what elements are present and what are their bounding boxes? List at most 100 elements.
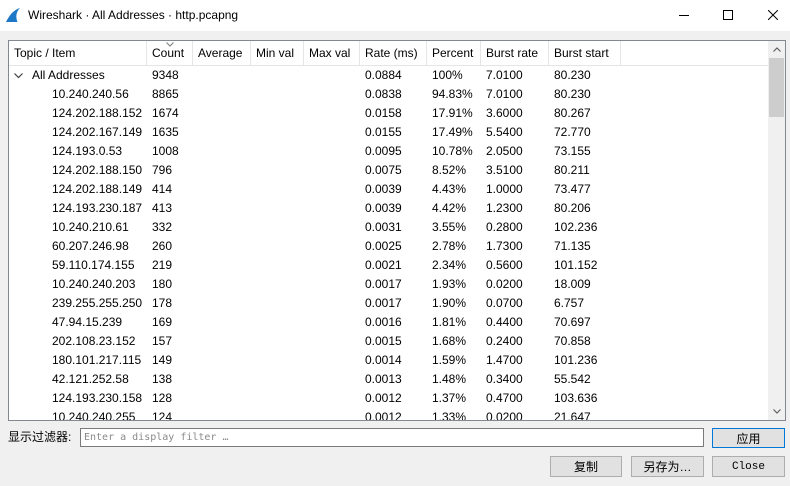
tree-row-all-addresses[interactable]: All Addresses 9348 0.0884 100% 7.0100 80.230 bbox=[9, 66, 768, 85]
column-header-min-val[interactable]: Min val bbox=[251, 41, 304, 65]
cell-topic: 124.202.188.152 bbox=[9, 104, 147, 123]
window-close-button[interactable] bbox=[756, 0, 790, 30]
table-row[interactable]: 124.202.188.150 796 0.0075 8.52% 3.5100 80.21… bbox=[9, 161, 768, 180]
save-as-button[interactable]: 另存为… bbox=[631, 456, 704, 477]
cell-rate-ms: 0.0095 bbox=[365, 144, 402, 158]
scroll-down-button[interactable] bbox=[768, 403, 785, 420]
topic-label: 10.240.240.203 bbox=[52, 277, 136, 291]
cell-max-val bbox=[304, 104, 360, 123]
cell-burst-rate: 1.4700 bbox=[486, 353, 523, 367]
cell-average bbox=[193, 332, 251, 351]
table-row[interactable]: 124.193.230.158 128 0.0012 1.37% 0.4700 103.6… bbox=[9, 389, 768, 408]
cell-average bbox=[193, 180, 251, 199]
cell-topic: 10.240.240.255 bbox=[9, 408, 147, 420]
column-header-percent[interactable]: Percent bbox=[427, 41, 481, 65]
cell-max-val bbox=[304, 275, 360, 294]
cell-burst-rate: 0.0700 bbox=[486, 296, 523, 310]
cell-topic: 42.121.252.58 bbox=[9, 370, 147, 389]
chevron-down-icon bbox=[772, 409, 781, 414]
header-filler bbox=[621, 41, 768, 65]
column-header-burst-rate[interactable]: Burst rate bbox=[481, 41, 549, 65]
table-row[interactable]: 10.240.240.203 180 0.0017 1.93% 0.0200 18.009 bbox=[9, 275, 768, 294]
cell-rate-ms: 0.0013 bbox=[365, 372, 402, 386]
table-row[interactable]: 47.94.15.239 169 0.0016 1.81% 0.4400 70.697 bbox=[9, 313, 768, 332]
cell-topic: 10.240.240.56 bbox=[9, 85, 147, 104]
cell-burst-start: 101.236 bbox=[554, 353, 598, 367]
cell-percent: 1.48% bbox=[432, 372, 467, 386]
table-row[interactable]: 124.202.188.152 1674 0.0158 17.91% 3.6000 80.… bbox=[9, 104, 768, 123]
cell-burst-start: 70.858 bbox=[554, 334, 591, 348]
column-header-topic[interactable]: Topic / Item bbox=[9, 41, 147, 65]
cell-percent: 4.42% bbox=[432, 201, 467, 215]
cell-min-val bbox=[251, 294, 304, 313]
table-row[interactable]: 10.240.210.61 332 0.0031 3.55% 0.2800 102.236 bbox=[9, 218, 768, 237]
column-header-max-val[interactable]: Max val bbox=[304, 41, 360, 65]
column-header-burst-start[interactable]: Burst start bbox=[549, 41, 621, 65]
cell-min-val bbox=[251, 104, 304, 123]
column-header-count[interactable]: Count bbox=[147, 41, 193, 65]
table-row[interactable]: 239.255.255.250 178 0.0017 1.90% 0.0700 6.757 bbox=[9, 294, 768, 313]
cell-percent: 1.37% bbox=[432, 391, 467, 405]
table-row[interactable]: 180.101.217.115 149 0.0014 1.59% 1.4700 101.2… bbox=[9, 351, 768, 370]
vertical-scrollbar[interactable] bbox=[768, 41, 785, 420]
cell-rate-ms: 0.0012 bbox=[365, 410, 402, 420]
cell-rate-ms: 0.0017 bbox=[365, 296, 402, 310]
topic-label: 124.193.0.53 bbox=[52, 144, 123, 158]
table-row[interactable]: 59.110.174.155 219 0.0021 2.34% 0.5600 101.15… bbox=[9, 256, 768, 275]
apply-button[interactable]: 应用 bbox=[712, 428, 785, 448]
cell-average bbox=[193, 294, 251, 313]
minimize-button[interactable] bbox=[662, 0, 706, 30]
topic-label: 124.202.188.152 bbox=[52, 106, 143, 120]
cell-average bbox=[193, 85, 251, 104]
cell-burst-start: 80.230 bbox=[554, 87, 591, 101]
topic-label: 10.240.240.56 bbox=[52, 87, 129, 101]
table-row[interactable]: 124.193.230.187 413 0.0039 4.42% 1.2300 80.20… bbox=[9, 199, 768, 218]
cell-burst-start: 103.636 bbox=[554, 391, 598, 405]
cell-count: 1008 bbox=[152, 144, 179, 158]
cell-topic: 124.193.230.187 bbox=[9, 199, 147, 218]
cell-burst-start: 73.477 bbox=[554, 182, 591, 196]
cell-burst-rate: 1.2300 bbox=[486, 201, 523, 215]
topic-label: 239.255.255.250 bbox=[52, 296, 143, 310]
scroll-up-button[interactable] bbox=[768, 41, 785, 58]
cell-burst-rate: 0.0200 bbox=[486, 277, 523, 291]
table-row[interactable]: 10.240.240.255 124 0.0012 1.33% 0.0200 21.647 bbox=[9, 408, 768, 420]
scrollbar-thumb[interactable] bbox=[769, 58, 784, 117]
cell-burst-start: 70.697 bbox=[554, 315, 591, 329]
cell-rate-ms: 0.0016 bbox=[365, 315, 402, 329]
cell-topic: 47.94.15.239 bbox=[9, 313, 147, 332]
table-row[interactable]: 124.193.0.53 1008 0.0095 10.78% 2.0500 73.155 bbox=[9, 142, 768, 161]
table-body: All Addresses 9348 0.0884 100% 7.0100 80.230 1… bbox=[9, 66, 768, 420]
table-header: Topic / Item Count Average Min val Max v… bbox=[9, 41, 768, 66]
cell-min-val bbox=[251, 237, 304, 256]
cell-count: 128 bbox=[152, 391, 173, 405]
close-button[interactable]: Close bbox=[712, 456, 785, 477]
cell-count: 9348 bbox=[152, 68, 179, 82]
title-bar[interactable]: Wireshark · All Addresses · http.pcapng bbox=[0, 0, 790, 31]
column-header-average[interactable]: Average bbox=[193, 41, 251, 65]
chevron-down-icon[interactable] bbox=[14, 66, 32, 85]
table-row[interactable]: 124.202.188.149 414 0.0039 4.43% 1.0000 73.47… bbox=[9, 180, 768, 199]
table-row[interactable]: 124.202.167.149 1635 0.0155 17.49% 5.5400 72.… bbox=[9, 123, 768, 142]
maximize-button[interactable] bbox=[706, 0, 750, 30]
cell-percent: 2.34% bbox=[432, 258, 467, 272]
topic-label: 124.193.230.187 bbox=[52, 201, 143, 215]
cell-topic: 124.202.167.149 bbox=[9, 123, 147, 142]
column-header-rate[interactable]: Rate (ms) bbox=[360, 41, 427, 65]
cell-burst-start: 80.206 bbox=[554, 201, 591, 215]
cell-max-val bbox=[304, 199, 360, 218]
table-row[interactable]: 42.121.252.58 138 0.0013 1.48% 0.3400 55.542 bbox=[9, 370, 768, 389]
statistics-tree-table[interactable]: Topic / Item Count Average Min val Max v… bbox=[8, 40, 786, 421]
table-row[interactable]: 60.207.246.98 260 0.0025 2.78% 1.7300 71.135 bbox=[9, 237, 768, 256]
column-header-label: Rate (ms) bbox=[365, 46, 418, 60]
copy-button[interactable]: 复制 bbox=[550, 456, 622, 477]
table-row[interactable]: 202.108.23.152 157 0.0015 1.68% 0.2400 70.858 bbox=[9, 332, 768, 351]
cell-max-val bbox=[304, 237, 360, 256]
cell-count: 149 bbox=[152, 353, 173, 367]
column-header-label: Percent bbox=[432, 46, 474, 60]
table-row[interactable]: 10.240.240.56 8865 0.0838 94.83% 7.0100 80.23… bbox=[9, 85, 768, 104]
cell-count: 138 bbox=[152, 372, 173, 386]
maximize-icon bbox=[723, 10, 733, 20]
cell-min-val bbox=[251, 351, 304, 370]
display-filter-input[interactable] bbox=[80, 428, 704, 447]
